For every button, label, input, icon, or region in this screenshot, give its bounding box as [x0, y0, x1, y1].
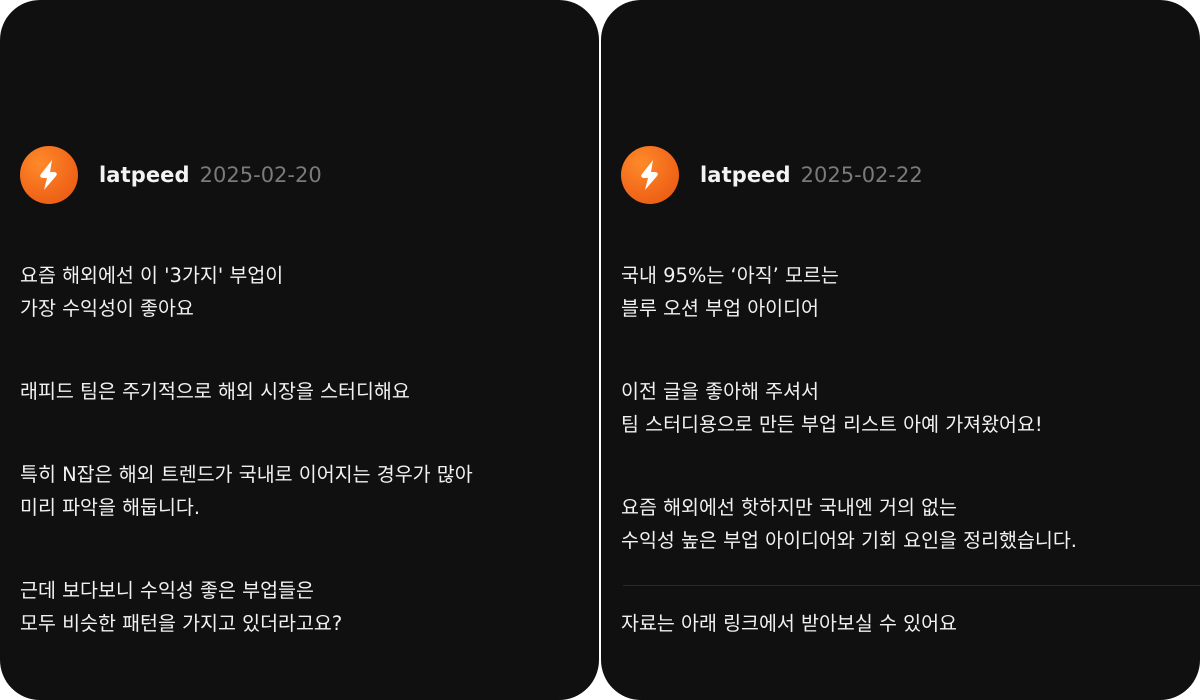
post-header: latpeed 2025-02-20 [20, 146, 599, 204]
post-paragraph: 자료는 아래 링크에서 받아보실 수 있어요 [621, 612, 957, 635]
avatar[interactable] [20, 146, 78, 204]
post-divider [623, 585, 1200, 586]
post-header: latpeed 2025-02-22 [621, 146, 1200, 204]
post-paragraph: 이전 글을 좋아해 주셔서 팀 스터디용으로 만든 부업 리스트 아예 가져왔어… [621, 380, 1043, 436]
post-paragraph: 근데 보다보니 수익성 좋은 부업들은 모두 비슷한 패턴을 가지고 있더라고요… [20, 579, 343, 635]
post: latpeed 2025-02-20 요즘 해외에선 이 '3가지' 부업이 가… [20, 146, 599, 700]
username[interactable]: latpeed [700, 163, 791, 187]
post-body: 국내 95%는 ‘아직’ 모르는 블루 오션 부업 아이디어 이전 글을 좋아해… [621, 226, 1200, 690]
post-paragraph: 특히 N잡은 해외 트렌드가 국내로 이어지는 경우가 많아 미리 파악을 해둡… [20, 463, 473, 519]
screenshot-stage: latpeed 2025-02-20 요즘 해외에선 이 '3가지' 부업이 가… [0, 0, 1200, 700]
post-card: latpeed 2025-02-20 요즘 해외에선 이 '3가지' 부업이 가… [0, 0, 599, 700]
post-paragraph: 요즘 해외에선 핫하지만 국내엔 거의 없는 수익성 높은 부업 아이디어와 기… [621, 496, 1078, 552]
avatar[interactable] [621, 146, 679, 204]
post: latpeed 2025-02-22 국내 95%는 ‘아직’ 모르는 블루 오… [621, 146, 1200, 700]
post-card: latpeed 2025-02-22 국내 95%는 ‘아직’ 모르는 블루 오… [601, 0, 1200, 700]
post-date: 2025-02-22 [800, 163, 923, 187]
post-body: 요즘 해외에선 이 '3가지' 부업이 가장 수익성이 좋아요 래피드 팀은 주… [20, 226, 599, 690]
username[interactable]: latpeed [99, 163, 190, 187]
latpeed-logo-icon [40, 160, 57, 190]
latpeed-logo-icon [641, 160, 658, 190]
post-date: 2025-02-20 [199, 163, 322, 187]
post-paragraph: 국내 95%는 ‘아직’ 모르는 블루 오션 부업 아이디어 [621, 264, 839, 320]
post-paragraph: 래피드 팀은 주기적으로 해외 시장을 스터디해요 [20, 380, 410, 403]
post-paragraph: 요즘 해외에선 이 '3가지' 부업이 가장 수익성이 좋아요 [20, 264, 284, 320]
